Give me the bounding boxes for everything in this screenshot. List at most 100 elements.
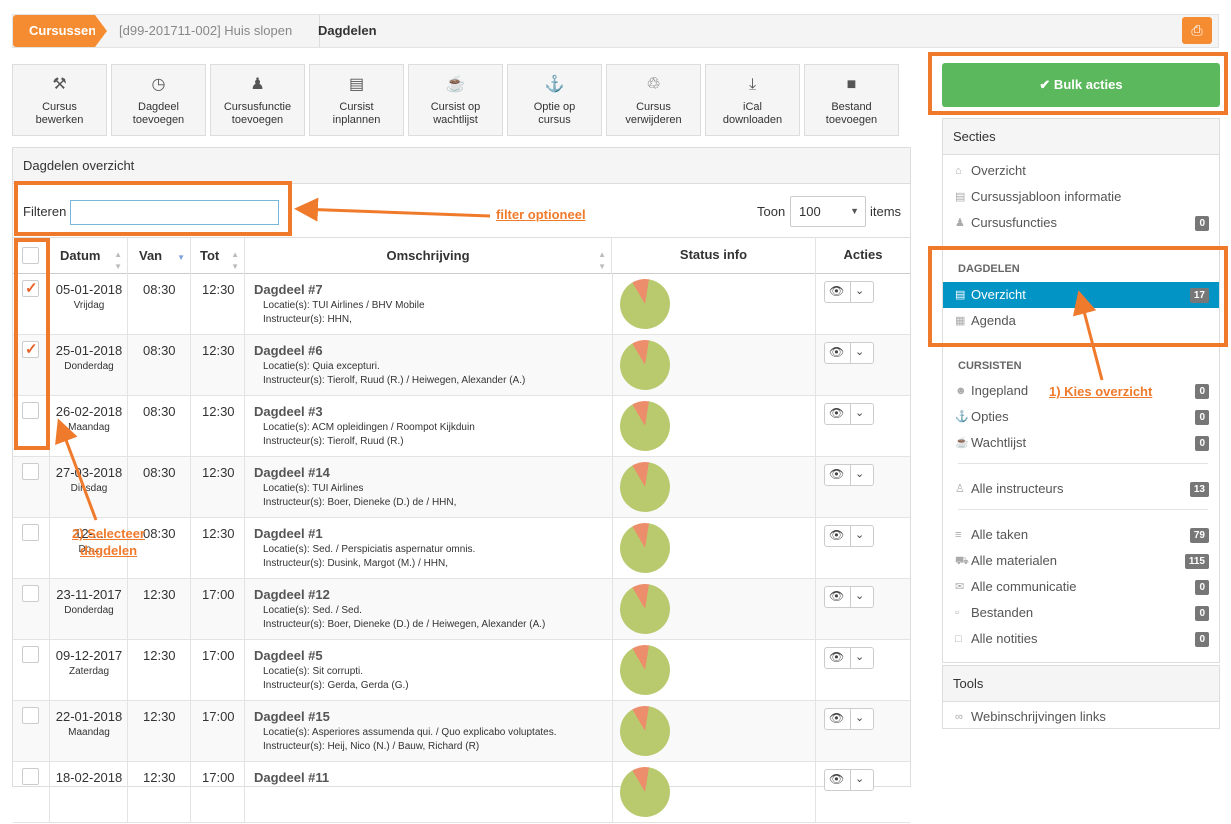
- eye-icon[interactable]: 👁: [829, 467, 844, 481]
- divider: [850, 343, 851, 363]
- row-actions-button[interactable]: 👁 ⌄: [824, 769, 874, 791]
- breadcrumb: Cursussen [d99-201711-002] Huis slopen D…: [12, 14, 1219, 48]
- row-checkbox[interactable]: [22, 768, 39, 785]
- chevron-down-icon[interactable]: ⌄: [855, 711, 864, 724]
- row-title[interactable]: Dagdeel #6: [254, 343, 323, 358]
- user-icon: ♙: [955, 483, 965, 495]
- sidebar-item-cursussjabloon[interactable]: ▤ Cursussjabloon informatie: [943, 184, 1219, 210]
- row-title[interactable]: Dagdeel #3: [254, 404, 323, 419]
- row-checkbox[interactable]: [22, 463, 39, 480]
- group-cursisten: CURSISTEN: [958, 360, 1022, 372]
- row-title[interactable]: Dagdeel #5: [254, 648, 323, 663]
- coffee-icon: ☕: [955, 437, 969, 449]
- breadcrumb-course[interactable]: [d99-201711-002] Huis slopen: [119, 15, 321, 47]
- print-button[interactable]: ⎙: [1182, 17, 1212, 44]
- chevron-down-icon[interactable]: ⌄: [855, 345, 864, 358]
- webinschrijvingen-label: Webinschrijvingen links: [971, 709, 1106, 724]
- sidebar-item-instructeurs[interactable]: ♙ Alle instructeurs 13: [943, 476, 1219, 502]
- toolbar-button-5[interactable]: ⚓ Optie op cursus: [507, 64, 602, 136]
- chevron-down-icon[interactable]: ⌄: [855, 467, 864, 480]
- toolbar-label-line1: Optie op: [533, 101, 576, 113]
- van-cell: 08:30: [128, 274, 191, 335]
- toolbar-button-label: iCal downloaden: [706, 101, 799, 127]
- col-tot[interactable]: Tot ▲ ▼: [191, 238, 245, 274]
- toolbar-button-4[interactable]: ☕ Cursist op wachtlijst: [408, 64, 503, 136]
- row-tot: 12:30: [202, 282, 235, 297]
- tools-panel: Tools ∞ Webinschrijvingen links: [942, 665, 1220, 729]
- user-secret-icon: ♟: [250, 76, 265, 93]
- toolbar-button-6[interactable]: ♲ Cursus verwijderen: [606, 64, 701, 136]
- toolbar-label-line1: Dagdeel: [138, 101, 179, 113]
- sidebar-item-taken[interactable]: ≡ Alle taken 79: [943, 522, 1219, 548]
- row-title[interactable]: Dagdeel #7: [254, 282, 323, 297]
- col-tot-label: Tot: [200, 248, 220, 263]
- row-title[interactable]: Dagdeel #1: [254, 526, 323, 541]
- row-checkbox[interactable]: [22, 646, 39, 663]
- page-size-select[interactable]: 100 ▼: [790, 196, 866, 227]
- row-title[interactable]: Dagdeel #12: [254, 587, 330, 602]
- row-instructors: Instructeur(s): Boer, Dieneke (D.) de / …: [263, 619, 546, 630]
- table-row: 09-12-2017 Zaterdag 12:30 17:00 Dagdeel #…: [13, 637, 910, 703]
- eye-icon[interactable]: 👁: [829, 589, 844, 603]
- eye-icon[interactable]: 👁: [829, 345, 844, 359]
- tot-cell: 12:30: [191, 335, 245, 396]
- sidebar-item-opties[interactable]: ⚓ Opties 0: [943, 404, 1219, 430]
- webinschrijvingen-link[interactable]: ∞ Webinschrijvingen links: [943, 704, 1219, 730]
- row-actions-button[interactable]: 👁 ⌄: [824, 708, 874, 730]
- eye-icon[interactable]: 👁: [829, 528, 844, 542]
- chevron-down-icon[interactable]: ⌄: [855, 772, 864, 785]
- row-checkbox[interactable]: [22, 707, 39, 724]
- col-datum[interactable]: Datum ▲ ▼: [50, 238, 128, 274]
- row-actions-button[interactable]: 👁 ⌄: [824, 647, 874, 669]
- row-actions-button[interactable]: 👁 ⌄: [824, 464, 874, 486]
- toolbar-button-2[interactable]: ♟ Cursusfunctie toevoegen: [210, 64, 305, 136]
- toolbar-button-3[interactable]: ▤ Cursist inplannen: [309, 64, 404, 136]
- toolbar-button-8[interactable]: ■ Bestand toevoegen: [804, 64, 899, 136]
- chevron-down-icon[interactable]: ⌄: [855, 589, 864, 602]
- row-location: Locatie(s): Asperiores assumenda qui. / …: [263, 727, 557, 738]
- row-actions-button[interactable]: 👁 ⌄: [824, 525, 874, 547]
- eye-icon[interactable]: 👁: [829, 284, 844, 298]
- eye-icon[interactable]: 👁: [829, 406, 844, 420]
- sidebar-item-materialen[interactable]: ⛟ Alle materialen 115: [943, 548, 1219, 574]
- row-checkbox[interactable]: [22, 585, 39, 602]
- col-omschrijving[interactable]: Omschrijving ▲ ▼: [245, 238, 612, 274]
- sidebar-item-wachtlijst[interactable]: ☕ Wachtlijst 0: [943, 430, 1219, 456]
- users-icon: ☻: [955, 385, 967, 397]
- col-datum-label: Datum: [60, 248, 101, 263]
- chevron-down-icon[interactable]: ⌄: [855, 406, 864, 419]
- toolbar-label-line1: Bestand: [831, 101, 872, 113]
- row-title[interactable]: Dagdeel #14: [254, 465, 330, 480]
- row-actions-button[interactable]: 👁 ⌄: [824, 281, 874, 303]
- toolbar-button-label: Dagdeel toevoegen: [112, 101, 205, 127]
- sidebar-item-bestanden[interactable]: ▫ Bestanden 0: [943, 600, 1219, 626]
- row-instructors: Instructeur(s): Tierolf, Ruud (R.): [263, 436, 404, 447]
- tasks-icon: ≡: [955, 529, 962, 541]
- sidebar-item-overzicht[interactable]: ⌂ Overzicht: [943, 158, 1219, 184]
- chevron-down-icon[interactable]: ⌄: [855, 284, 864, 297]
- row-actions-button[interactable]: 👁 ⌄: [824, 342, 874, 364]
- sidebar-item-notities[interactable]: □ Alle notities 0: [943, 626, 1219, 652]
- row-title[interactable]: Dagdeel #15: [254, 709, 330, 724]
- row-checkbox[interactable]: [22, 524, 39, 541]
- eye-icon[interactable]: 👁: [829, 711, 844, 725]
- row-actions-button[interactable]: 👁 ⌄: [824, 403, 874, 425]
- toolbar-button-0[interactable]: ⚒ Cursus bewerken: [12, 64, 107, 136]
- sidebar-item-cursusfuncties[interactable]: ♟ Cursusfuncties 0: [943, 210, 1219, 236]
- breadcrumb-cursussen[interactable]: Cursussen: [13, 15, 107, 47]
- row-actions-button[interactable]: 👁 ⌄: [824, 586, 874, 608]
- eye-icon[interactable]: 👁: [829, 772, 844, 786]
- col-van[interactable]: Van ▼: [128, 238, 191, 274]
- row-day: Donderdag: [64, 361, 114, 372]
- eye-icon[interactable]: 👁: [829, 650, 844, 664]
- row-day: Donderdag: [64, 605, 114, 616]
- table-row: 22-01-2018 Maandag 12:30 17:00 Dagdeel #1…: [13, 698, 910, 764]
- chevron-down-icon[interactable]: ⌄: [855, 528, 864, 541]
- toolbar-button-1[interactable]: ◷ Dagdeel toevoegen: [111, 64, 206, 136]
- sidebar-item-communicatie[interactable]: ✉ Alle communicatie 0: [943, 574, 1219, 600]
- tot-cell: 12:30: [191, 274, 245, 335]
- chevron-down-icon[interactable]: ⌄: [855, 650, 864, 663]
- page-size-value: 100: [799, 204, 821, 219]
- toolbar-button-7[interactable]: ⤓ iCal downloaden: [705, 64, 800, 136]
- row-van: 08:30: [143, 343, 176, 358]
